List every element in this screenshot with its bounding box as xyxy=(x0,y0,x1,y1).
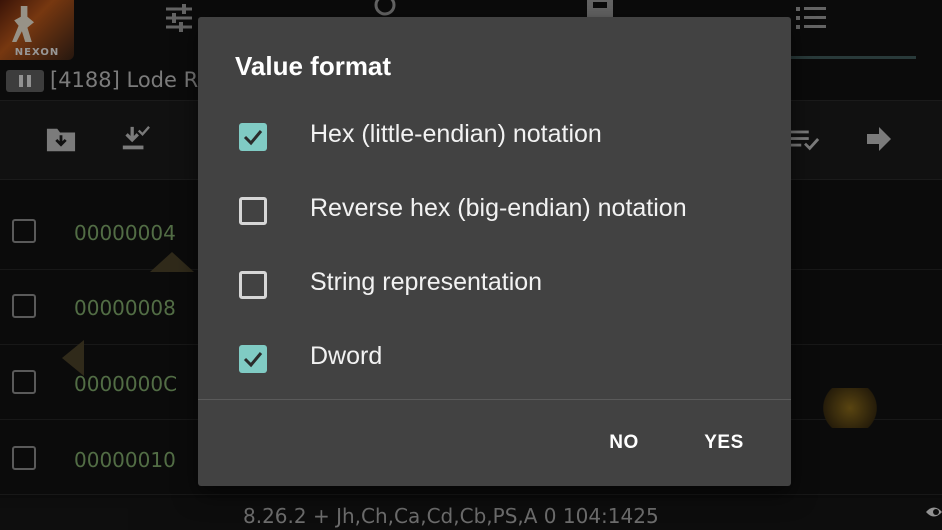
option-label: Dword xyxy=(310,342,383,370)
yes-button[interactable]: YES xyxy=(694,423,754,463)
option-label: Reverse hex (big-endian) notation xyxy=(310,194,687,222)
checkbox-unchecked[interactable] xyxy=(239,197,267,225)
checkbox-checked[interactable] xyxy=(239,345,267,373)
checkbox-checked[interactable] xyxy=(239,123,267,151)
no-button[interactable]: NO xyxy=(594,423,654,463)
value-format-dialog: Value format Hex (little-endian) notatio… xyxy=(198,17,791,486)
option-reverse-hex-big-endian[interactable]: Reverse hex (big-endian) notation xyxy=(198,174,791,248)
option-label: Hex (little-endian) notation xyxy=(310,120,602,148)
dialog-divider xyxy=(198,399,791,400)
option-dword[interactable]: Dword xyxy=(198,322,791,396)
option-label: String representation xyxy=(310,268,543,296)
option-string-representation[interactable]: String representation xyxy=(198,248,791,322)
dialog-title: Value format xyxy=(235,51,392,81)
option-hex-little-endian[interactable]: Hex (little-endian) notation xyxy=(198,100,791,174)
checkbox-unchecked[interactable] xyxy=(239,271,267,299)
